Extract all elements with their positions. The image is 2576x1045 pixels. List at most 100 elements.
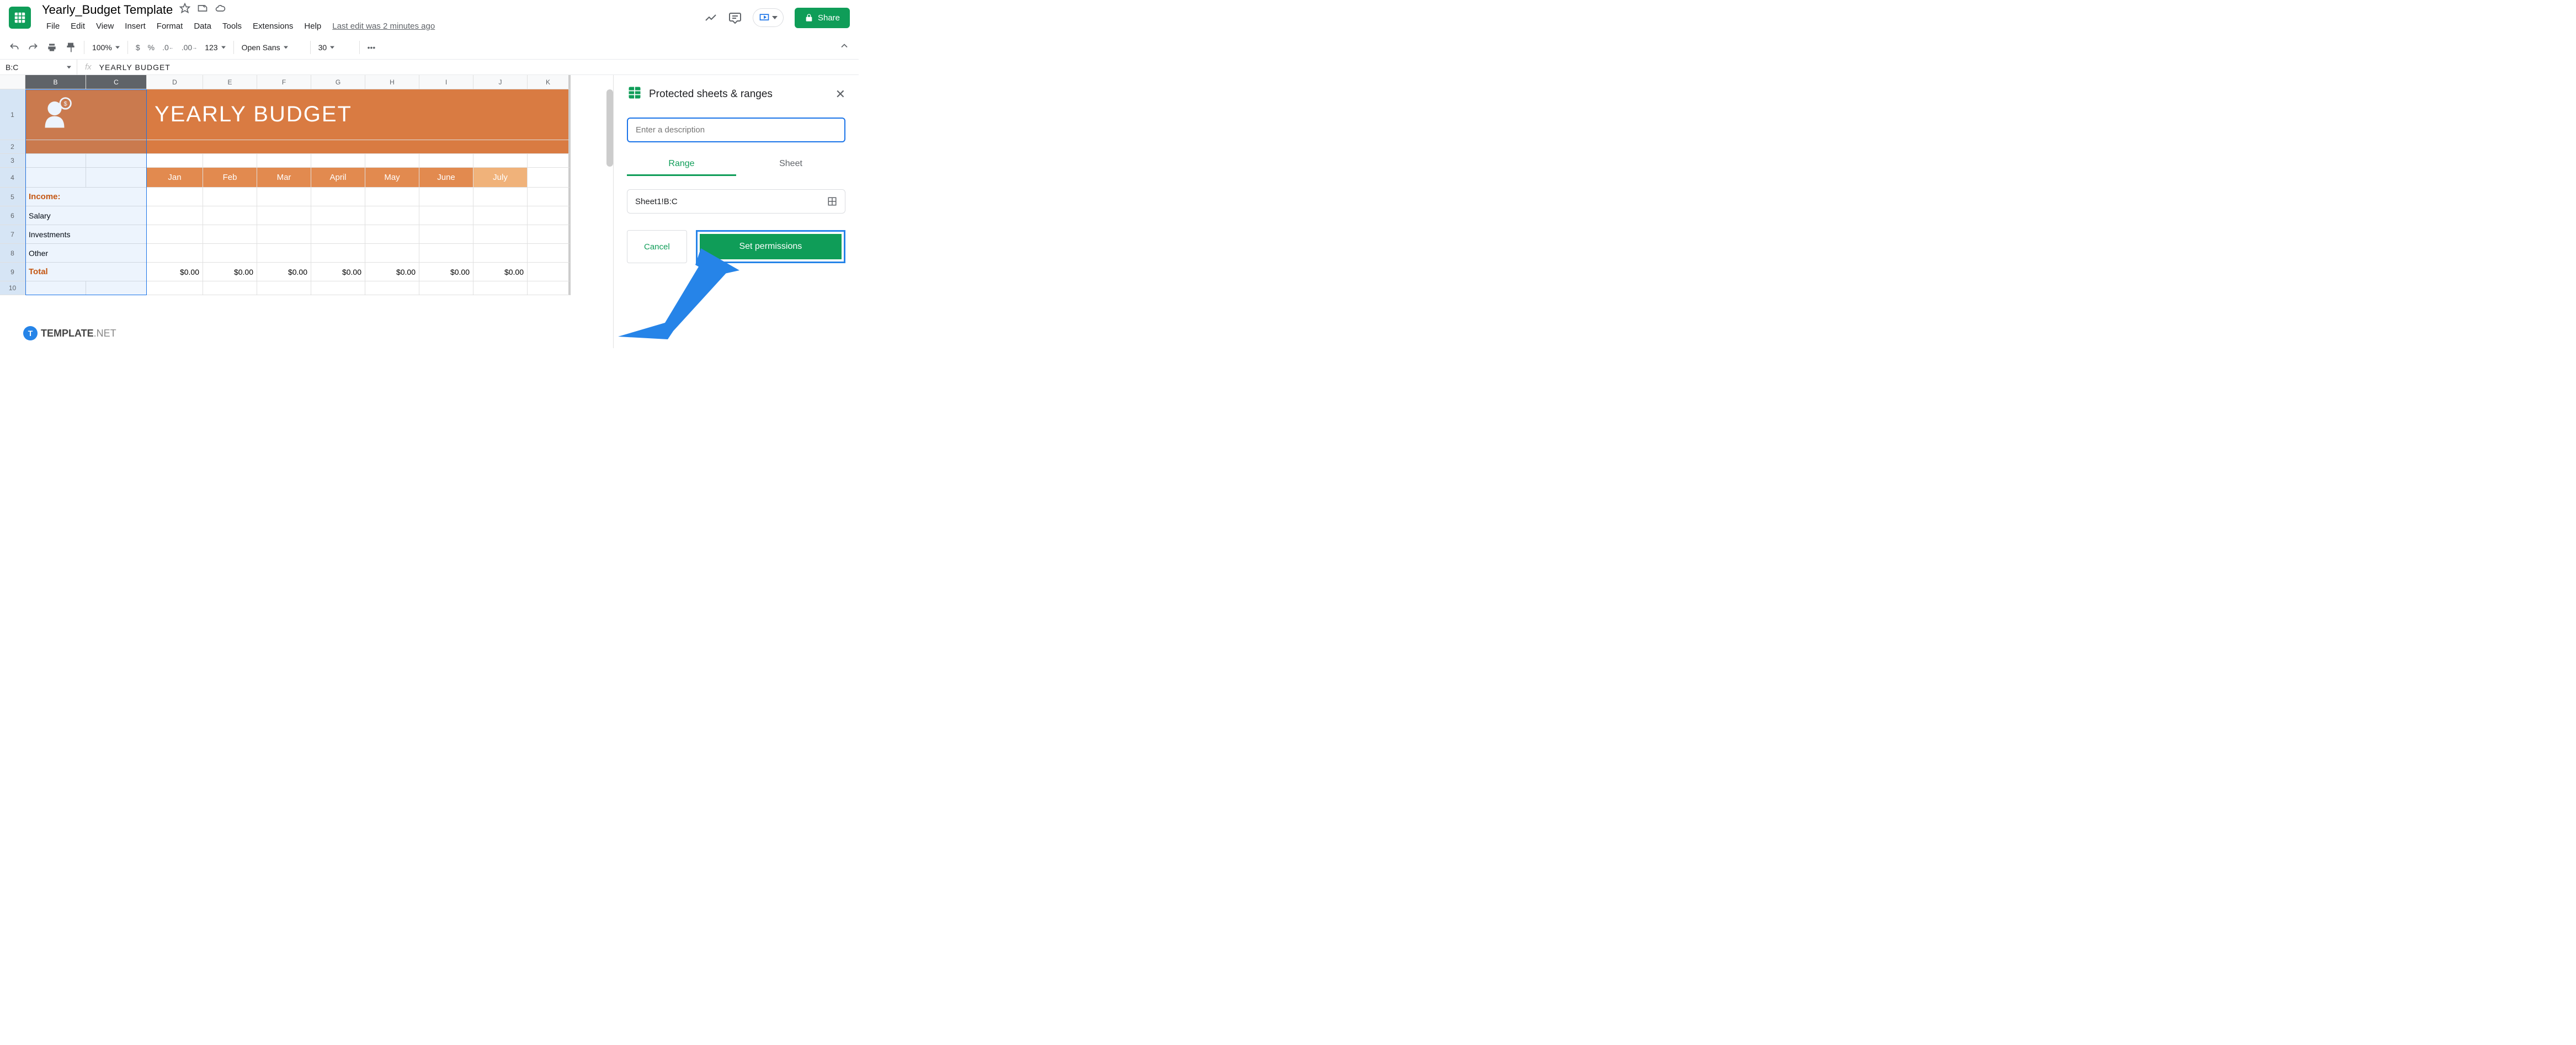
cell[interactable]	[473, 281, 528, 295]
cell[interactable]	[257, 225, 311, 244]
increase-decimal-button[interactable]: .00→	[182, 43, 197, 52]
banner-title[interactable]: YEARLY BUDGET	[147, 89, 571, 140]
cell[interactable]	[365, 154, 419, 168]
cell[interactable]	[86, 263, 147, 281]
col-header-C[interactable]: C	[86, 75, 147, 89]
font-dropdown[interactable]: Open Sans	[242, 43, 302, 52]
col-header-F[interactable]: F	[257, 75, 311, 89]
percent-button[interactable]: %	[148, 43, 155, 52]
row-header-8[interactable]: 8	[0, 244, 25, 263]
scrollbar-vertical[interactable]	[606, 89, 613, 167]
cell[interactable]	[25, 168, 86, 188]
investments-label[interactable]: Investments	[25, 225, 86, 244]
total-val-3[interactable]: $0.00	[311, 263, 365, 281]
cell[interactable]	[419, 281, 473, 295]
cell[interactable]	[203, 206, 257, 225]
month-feb[interactable]: Feb	[203, 168, 257, 188]
income-label[interactable]: Income:	[25, 188, 86, 206]
menu-edit[interactable]: Edit	[66, 19, 89, 33]
col-header-H[interactable]: H	[365, 75, 419, 89]
fontsize-dropdown[interactable]: 30	[318, 43, 352, 52]
collapse-toolbar-icon[interactable]	[839, 40, 850, 54]
cell[interactable]	[528, 281, 571, 295]
close-icon[interactable]: ✕	[835, 87, 845, 102]
cell[interactable]	[311, 206, 365, 225]
other-label[interactable]: Other	[25, 244, 86, 263]
set-permissions-button[interactable]: Set permissions	[700, 234, 842, 259]
cell[interactable]	[203, 188, 257, 206]
cell[interactable]	[473, 225, 528, 244]
month-july[interactable]: July	[473, 168, 528, 188]
cell[interactable]	[86, 225, 147, 244]
menu-tools[interactable]: Tools	[218, 19, 246, 33]
cell[interactable]	[147, 225, 203, 244]
menu-file[interactable]: File	[42, 19, 64, 33]
col-header-I[interactable]: I	[419, 75, 473, 89]
menu-view[interactable]: View	[92, 19, 118, 33]
cell[interactable]	[86, 206, 147, 225]
cell[interactable]	[473, 188, 528, 206]
formula-input[interactable]: YEARLY BUDGET	[99, 63, 171, 72]
cell[interactable]	[419, 154, 473, 168]
cell[interactable]	[311, 225, 365, 244]
more-tools-icon[interactable]: •••	[368, 43, 376, 52]
total-val-2[interactable]: $0.00	[257, 263, 311, 281]
cell[interactable]	[203, 281, 257, 295]
number-format-dropdown[interactable]: 123	[205, 43, 225, 52]
month-june[interactable]: June	[419, 168, 473, 188]
cell[interactable]	[528, 206, 571, 225]
cell[interactable]	[528, 263, 571, 281]
cell[interactable]	[365, 281, 419, 295]
row-header-6[interactable]: 6	[0, 206, 25, 225]
cell[interactable]	[365, 206, 419, 225]
cell[interactable]	[147, 188, 203, 206]
cell[interactable]	[25, 140, 147, 154]
menu-data[interactable]: Data	[189, 19, 216, 33]
month-april[interactable]: April	[311, 168, 365, 188]
total-val-1[interactable]: $0.00	[203, 263, 257, 281]
menu-extensions[interactable]: Extensions	[248, 19, 297, 33]
comments-icon[interactable]	[728, 11, 742, 24]
row-header-1[interactable]: 1	[0, 89, 25, 140]
menu-help[interactable]: Help	[300, 19, 326, 33]
doc-title[interactable]: Yearly_Budget Template	[42, 3, 173, 17]
total-label[interactable]: Total	[25, 263, 86, 281]
total-val-5[interactable]: $0.00	[419, 263, 473, 281]
paint-format-icon[interactable]	[65, 42, 76, 53]
cell[interactable]	[311, 281, 365, 295]
zoom-dropdown[interactable]: 100%	[92, 43, 120, 52]
cell[interactable]	[86, 168, 147, 188]
description-input[interactable]	[627, 118, 845, 142]
spreadsheet-grid[interactable]: BCDEFGHIJK1$YEARLY BUDGET234JanFebMarApr…	[0, 75, 613, 348]
cancel-button[interactable]: Cancel	[627, 230, 687, 263]
col-header-J[interactable]: J	[473, 75, 528, 89]
total-val-0[interactable]: $0.00	[147, 263, 203, 281]
cell[interactable]	[473, 206, 528, 225]
cell[interactable]	[257, 281, 311, 295]
cell[interactable]	[473, 244, 528, 263]
col-header-B[interactable]: B	[25, 75, 86, 89]
cell[interactable]	[365, 244, 419, 263]
cell[interactable]	[311, 154, 365, 168]
col-header-K[interactable]: K	[528, 75, 571, 89]
activity-icon[interactable]	[704, 11, 717, 24]
cell[interactable]	[203, 154, 257, 168]
move-icon[interactable]	[197, 3, 208, 17]
share-button[interactable]: Share	[795, 8, 850, 28]
cell[interactable]	[528, 168, 571, 188]
cell[interactable]	[203, 244, 257, 263]
menu-format[interactable]: Format	[152, 19, 188, 33]
cell[interactable]	[419, 188, 473, 206]
present-button[interactable]	[753, 8, 784, 27]
cloud-icon[interactable]	[215, 3, 226, 17]
row-header-3[interactable]: 3	[0, 154, 25, 168]
row-header-7[interactable]: 7	[0, 225, 25, 244]
cell[interactable]	[365, 188, 419, 206]
cell[interactable]	[86, 188, 147, 206]
month-jan[interactable]: Jan	[147, 168, 203, 188]
undo-icon[interactable]	[9, 42, 20, 53]
banner-icon[interactable]: $	[25, 89, 147, 140]
sheets-logo[interactable]	[9, 7, 31, 29]
print-icon[interactable]	[46, 42, 57, 53]
cell[interactable]	[419, 206, 473, 225]
